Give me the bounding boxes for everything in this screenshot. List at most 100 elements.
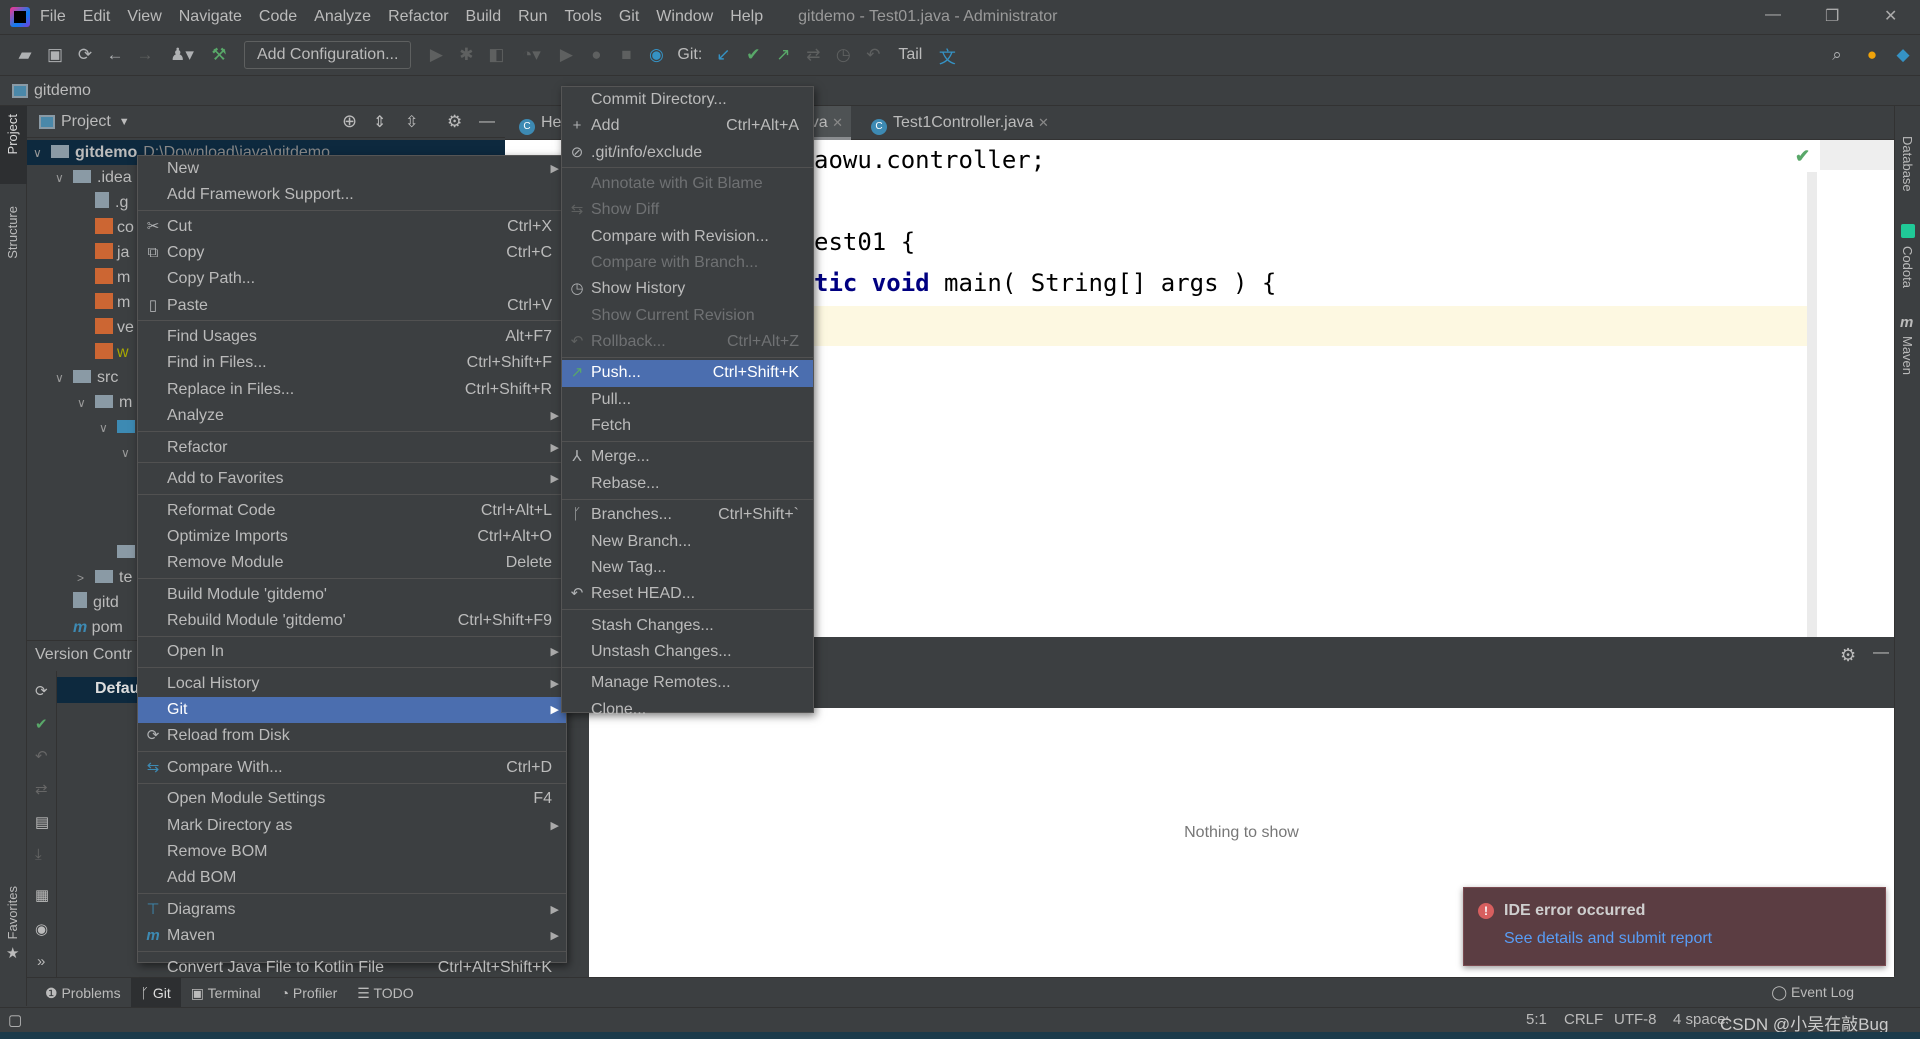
tree-item[interactable]: ∨ src [49,365,118,390]
event-log-button[interactable]: ◯ Event Log [1771,984,1854,1001]
menu-analyze[interactable]: Analyze [314,8,371,26]
tree-item[interactable]: gitd [49,590,119,615]
file-encoding[interactable]: UTF-8 [1614,1011,1657,1028]
commit-icon[interactable]: ✔ [35,715,48,733]
menu-item-local-history[interactable]: Local History ▶ [138,671,566,697]
menu-item-compare-with-branch[interactable]: Compare with Branch... [562,250,813,276]
menu-item-find-usages[interactable]: Find Usages Alt+F7 [138,324,566,350]
open-folder-icon[interactable]: ▰ [10,45,40,65]
changelist-icon[interactable]: ▤ [35,813,49,831]
scrollbar[interactable] [1807,172,1817,637]
menu-item-stash-changes[interactable]: Stash Changes... [562,613,813,639]
save-icon[interactable]: ▣ [40,45,70,65]
gear-icon[interactable]: ⚙ [1840,645,1856,666]
menu-code[interactable]: Code [259,8,297,26]
menu-item-add-framework-support[interactable]: Add Framework Support... [138,182,566,208]
menu-item-compare-with-revision[interactable]: Compare with Revision... [562,224,813,250]
tool-window-todo[interactable]: ☰ TODO [347,978,423,1008]
chevron-down-icon[interactable]: ∨ [99,416,117,441]
database-tool-button[interactable]: Database [1900,136,1915,192]
tree-item[interactable]: ve [71,315,134,340]
menu-item-annotate-with-git-blame[interactable]: Annotate with Git Blame [562,171,813,197]
tree-item[interactable]: w [71,340,129,365]
menu-item-add[interactable]: + Add Ctrl+Alt+A [562,113,813,139]
vcs-user-icon[interactable]: ♟▾ [160,45,204,65]
menu-item-git-info-exclude[interactable]: ⊘ .git/info/exclude [562,140,813,166]
menu-navigate[interactable]: Navigate [179,8,242,26]
menu-item-rebase[interactable]: Rebase... [562,471,813,497]
locate-icon[interactable]: ⊕ [342,111,357,132]
git-commit-icon[interactable]: ✔ [738,45,768,65]
menu-item-diagrams[interactable]: ⊤ Diagrams ▶ [138,897,566,923]
refresh-icon[interactable]: ⟳ [35,682,48,700]
shelve-icon[interactable]: ⤓ [35,846,42,863]
hide-icon[interactable]: — [479,113,495,131]
group-by-icon[interactable]: ▦ [35,886,49,904]
project-view-selector[interactable]: Project [61,113,111,131]
menu-view[interactable]: View [127,8,161,26]
menu-file[interactable]: File [40,8,66,26]
tree-item[interactable]: ja [71,240,129,265]
minimap[interactable] [1820,140,1894,170]
diff-icon[interactable]: ⇄ [35,780,48,798]
back-icon[interactable]: ← [100,45,130,65]
tree-item[interactable]: ∨ .idea [49,165,132,190]
menu-item-copy-path[interactable]: Copy Path... [138,266,566,292]
menu-item-reload-from-disk[interactable]: ⟳ Reload from Disk [138,723,566,749]
add-configuration-button[interactable]: Add Configuration... [244,41,412,69]
menu-item-replace-in-files[interactable]: Replace in Files... Ctrl+Shift+R [138,377,566,403]
menu-item-clone[interactable]: Clone... [562,697,813,723]
tree-item[interactable] [115,490,139,515]
tree-item[interactable] [115,515,139,540]
menu-item-refactor[interactable]: Refactor ▶ [138,435,566,461]
chevron-down-icon[interactable]: ∨ [55,366,73,391]
tool-window-git[interactable]: ᚴ Git [130,977,181,1008]
menu-item-compare-with[interactable]: ⇆ Compare With... Ctrl+D [138,755,566,781]
menu-item-git[interactable]: Git ▶ [138,697,566,724]
tree-item[interactable] [93,540,141,565]
menu-item-show-history[interactable]: ◷ Show History [562,276,813,302]
expand-all-icon[interactable]: ⇕ [373,112,386,132]
breadcrumb-project[interactable]: gitdemo [34,82,91,100]
gear-icon[interactable]: ⚙ [447,112,462,132]
structure-tool-button[interactable]: Structure [5,206,20,259]
record-icon[interactable]: ● [581,45,611,65]
translate-icon[interactable]: 文 [932,43,962,68]
menu-item-manage-remotes[interactable]: Manage Remotes... [562,670,813,696]
minimize-icon[interactable]: — [1765,6,1781,24]
menu-item-new-tag[interactable]: New Tag... [562,555,813,581]
menu-build[interactable]: Build [466,8,502,26]
restore-icon[interactable]: ❐ [1825,6,1839,26]
menu-refactor[interactable]: Refactor [388,8,448,26]
menu-item-add-bom[interactable]: Add BOM [138,865,566,891]
menu-item-show-diff[interactable]: ⇆ Show Diff [562,197,813,223]
menu-item-remove-bom[interactable]: Remove BOM [138,839,566,865]
tool-window-profiler[interactable]: ◔ Profiler [271,978,348,1008]
chevron-down-icon[interactable]: ▼ [119,116,130,128]
menu-item-commit-directory[interactable]: Commit Directory... [562,87,813,113]
build-hammer-icon[interactable]: ⚒ [204,45,234,65]
close-icon[interactable]: ✕ [1884,6,1897,26]
git-history-icon[interactable]: ◷ [828,45,858,65]
tool-window-terminal[interactable]: ▣ Terminal [181,978,271,1008]
menu-item-reset-head[interactable]: ↶ Reset HEAD... [562,581,813,607]
line-separator[interactable]: CRLF [1564,1011,1603,1028]
tree-item[interactable]: m [71,290,130,315]
menu-window[interactable]: Window [656,8,713,26]
more-icon[interactable]: » [37,953,45,970]
menu-item-cut[interactable]: ✂ Cut Ctrl+X [138,214,566,240]
menu-item-open-in[interactable]: Open In ▶ [138,639,566,665]
tree-item[interactable]: co [71,215,134,240]
caret-position[interactable]: 5:1 [1526,1011,1547,1028]
menu-tools[interactable]: Tools [564,8,601,26]
menu-item-fetch[interactable]: Fetch [562,413,813,439]
menu-item-new[interactable]: New ▶ [138,156,566,182]
menu-item-add-to-favorites[interactable]: Add to Favorites ▶ [138,466,566,492]
tree-item[interactable]: > te [71,565,132,590]
git-rollback-icon[interactable]: ↶ [858,45,888,65]
menu-edit[interactable]: Edit [83,8,111,26]
menu-item-build-module-gitdemo[interactable]: Build Module 'gitdemo' [138,582,566,608]
git-compare-icon[interactable]: ⇄ [798,45,828,65]
layout-toggle-icon[interactable]: ▢ [8,1011,22,1029]
menu-run[interactable]: Run [518,8,547,26]
